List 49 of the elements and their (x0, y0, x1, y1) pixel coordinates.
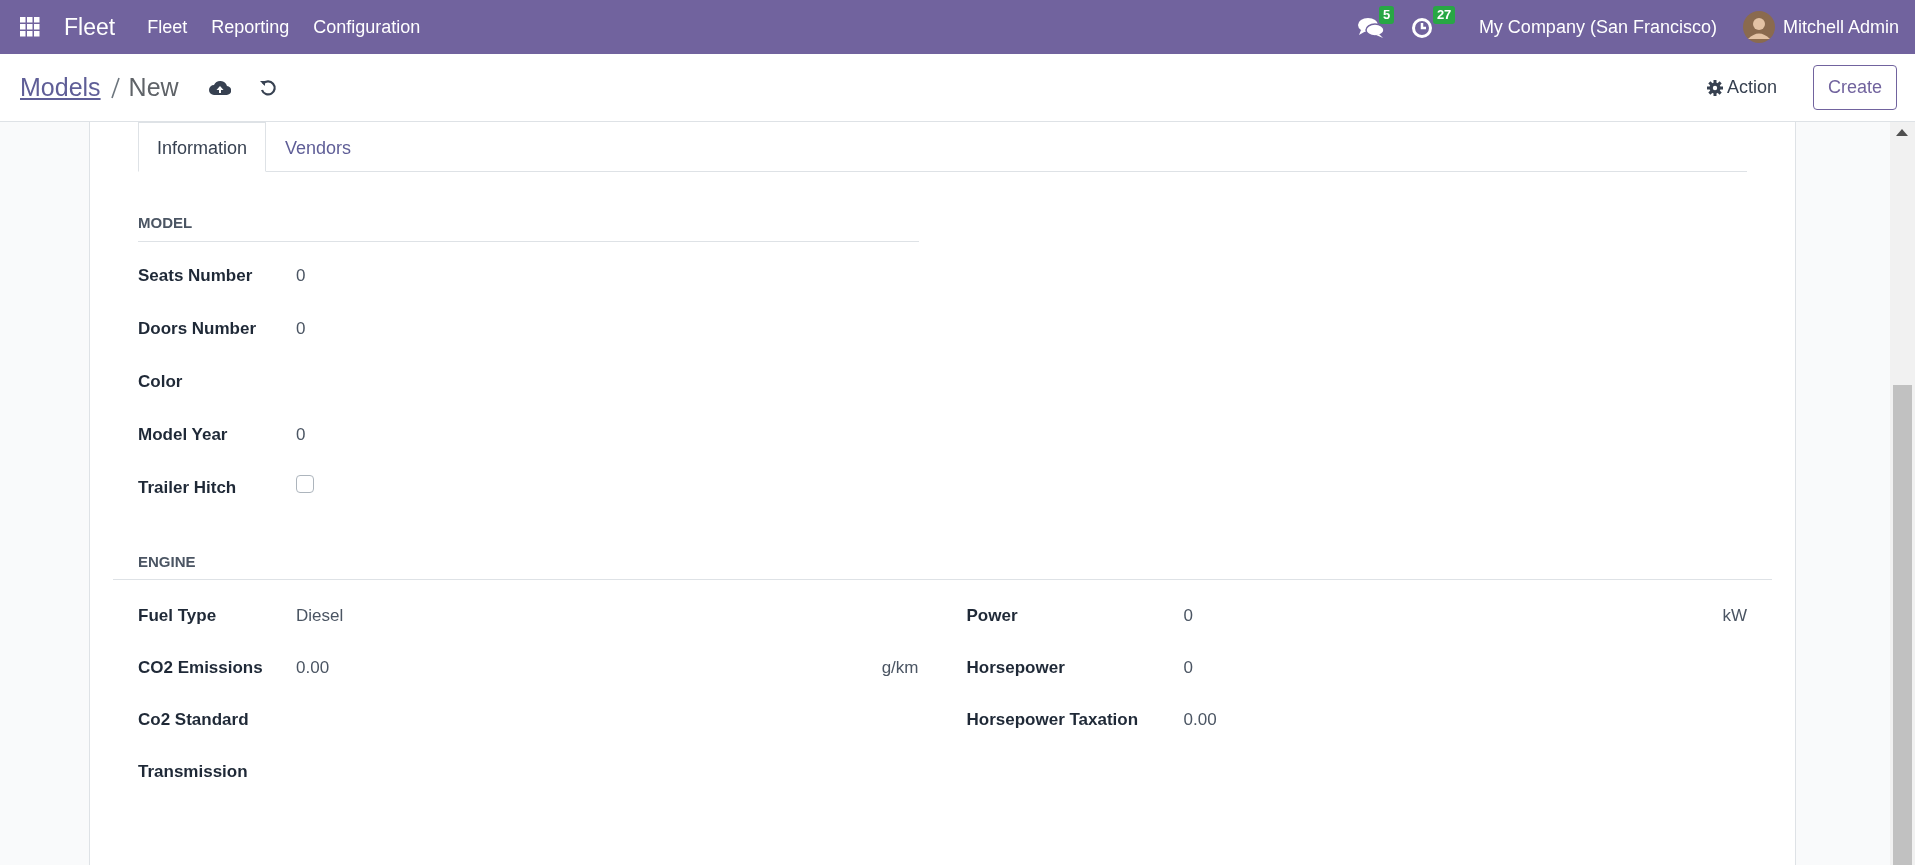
breadcrumb-current: New (128, 71, 179, 103)
field-value: 0.00 (296, 657, 330, 680)
section-heading: ENGINE (113, 550, 1772, 580)
section-heading: MODEL (138, 212, 919, 242)
activity-count: 27 (1432, 6, 1456, 25)
field-label: Transmission (138, 761, 249, 784)
message-count: 5 (1378, 6, 1395, 25)
field-label: Model Year (138, 424, 229, 447)
field-label: Doors Number (138, 318, 258, 341)
tab[interactable]: Information (138, 122, 267, 172)
scroll-up-icon[interactable] (1896, 128, 1908, 136)
breadcrumb-link[interactable]: Models (20, 68, 101, 107)
field-label: Co2 Standard (138, 709, 250, 732)
field-value: 0 (1183, 605, 1193, 628)
gear-icon (1706, 79, 1723, 96)
company-switcher[interactable]: My Company (San Francisco) (1478, 13, 1717, 41)
undo-icon (258, 79, 277, 98)
field-value: 0.00 (1183, 709, 1217, 732)
field-value: 0 (296, 425, 306, 445)
cloud-upload-icon (208, 79, 231, 98)
action-button[interactable]: Action (1700, 73, 1783, 102)
create-button[interactable]: Create (1812, 65, 1897, 110)
field-label: CO2 Emissions (138, 657, 264, 680)
unit-label: kW (1722, 605, 1747, 628)
menu-item[interactable]: Reporting (211, 13, 290, 41)
scrollbar[interactable] (1890, 122, 1915, 865)
field-label: Seats Number (138, 265, 254, 288)
apps-menu-icon[interactable] (20, 17, 40, 37)
field-value: 0 (1183, 657, 1193, 680)
clock-icon[interactable] (1410, 16, 1433, 39)
unit-label: g/km (881, 657, 919, 680)
avatar-icon (1742, 11, 1775, 43)
user-menu[interactable]: Mitchell Admin (1742, 11, 1899, 43)
field-value: Diesel (296, 605, 344, 628)
menu-item[interactable]: Fleet (147, 13, 188, 41)
field-label: Color (138, 371, 184, 394)
app-name-link[interactable]: Fleet (64, 9, 116, 45)
field-value: 0 (296, 266, 306, 286)
field-label: Fuel Type (138, 605, 218, 628)
field-label: Horsepower Taxation (966, 709, 1140, 732)
field-label: Trailer Hitch (138, 477, 238, 500)
chat-icon[interactable] (1356, 16, 1385, 39)
scrollbar-thumb[interactable] (1893, 385, 1912, 865)
field-label: Power (966, 605, 1019, 628)
field-label: Horsepower (966, 657, 1066, 680)
menu-item[interactable]: Configuration (313, 13, 421, 41)
checkbox[interactable] (296, 475, 314, 494)
tab[interactable]: Vendors (266, 122, 371, 172)
field-value: 0 (296, 319, 306, 339)
